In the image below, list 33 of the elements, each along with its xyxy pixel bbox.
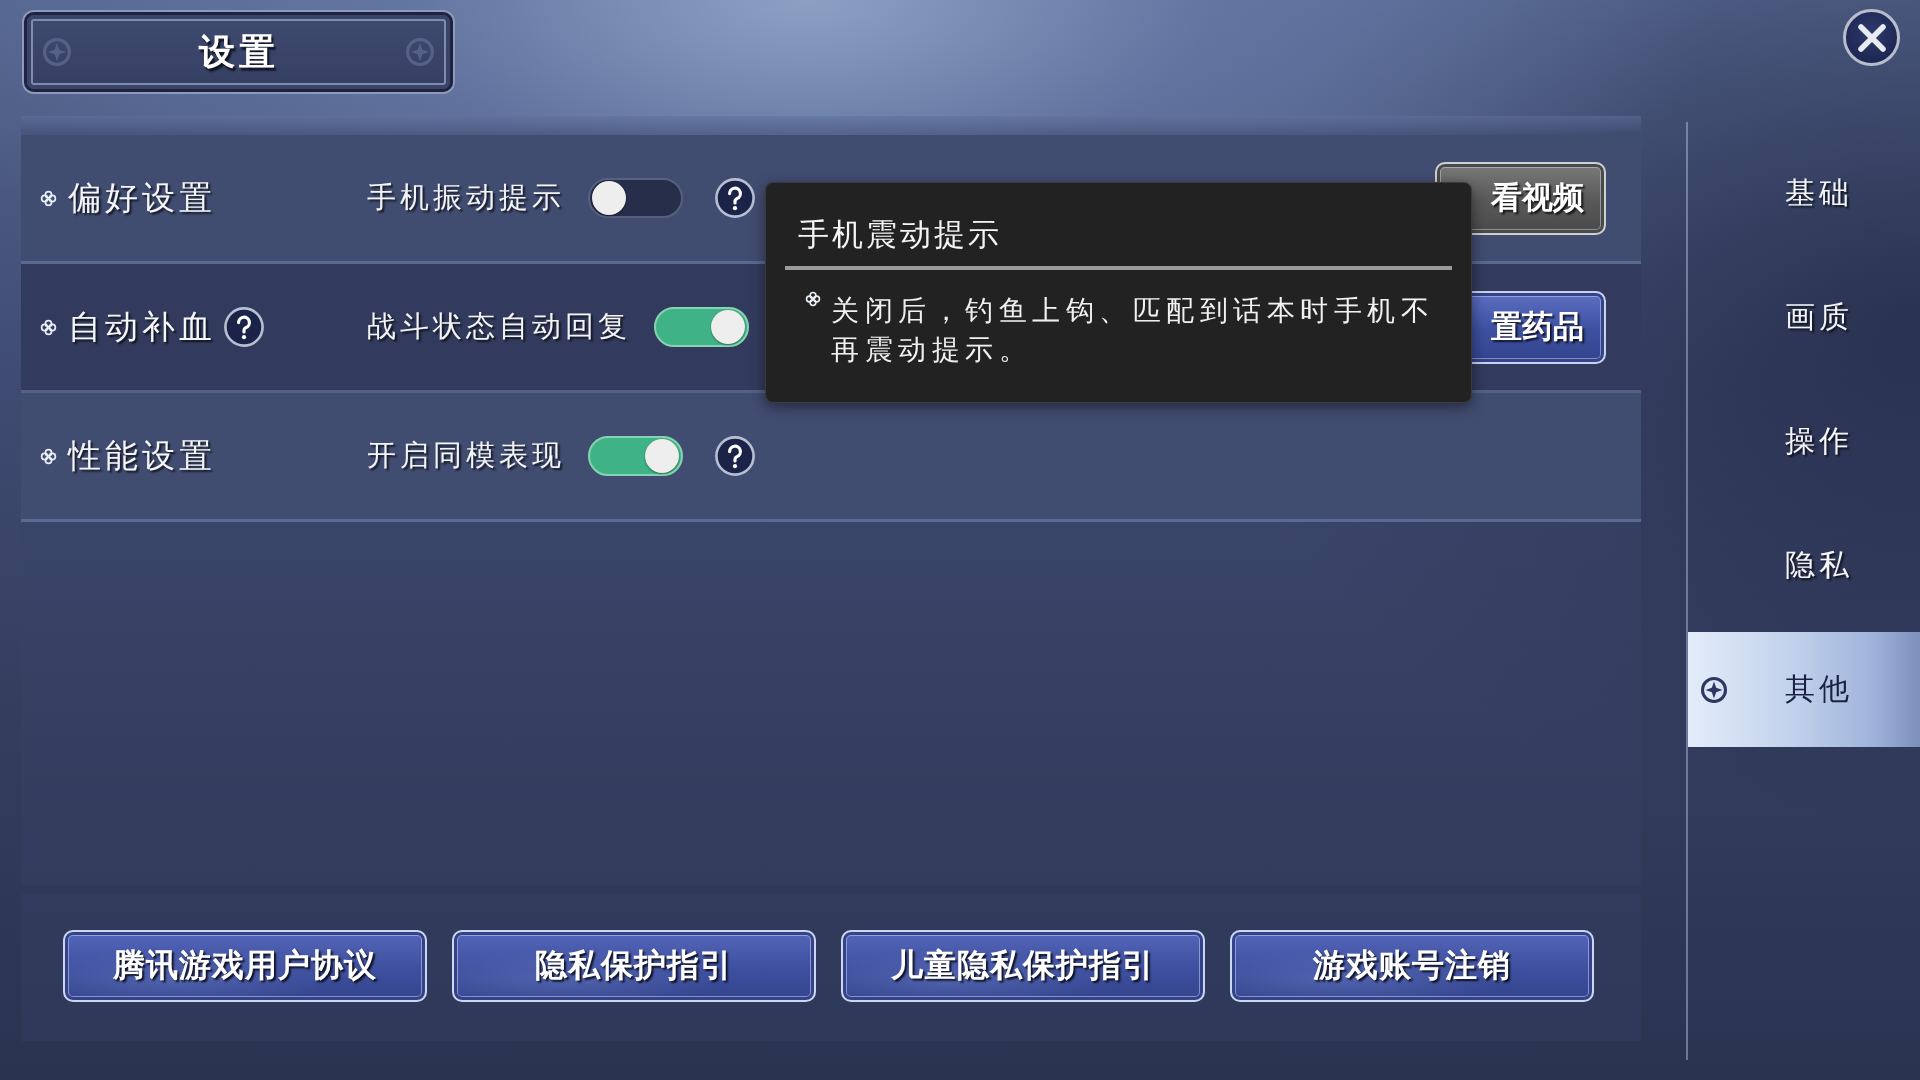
sidebar-tab[interactable]: 隐私	[1688, 508, 1920, 623]
option-label: 开启同模表现	[367, 437, 565, 474]
toggle-switch[interactable]	[588, 178, 683, 218]
help-icon[interactable]	[715, 436, 755, 476]
category-label: 自动补血	[68, 305, 216, 348]
sidebar-tab[interactable]: 操作	[1688, 384, 1920, 499]
close-icon	[1856, 22, 1887, 53]
category-label: 偏好设置	[68, 176, 216, 219]
toggle-switch[interactable]	[654, 307, 749, 347]
sidebar-tab[interactable]: 基础	[1688, 136, 1920, 251]
sidebar-tab[interactable]: 画质	[1688, 260, 1920, 375]
sidebar-tab[interactable]: 其他	[1688, 632, 1920, 747]
option-label: 手机振动提示	[367, 179, 565, 216]
help-icon[interactable]	[715, 178, 755, 218]
footer-button[interactable]: 儿童隐私保护指引	[841, 930, 1205, 1002]
footer-button[interactable]: 隐私保护指引	[452, 930, 816, 1002]
quatrefoil-icon	[805, 291, 821, 307]
emblem-icon	[43, 38, 71, 66]
quatrefoil-icon	[40, 318, 57, 336]
category-label: 性能设置	[68, 434, 216, 477]
close-button[interactable]	[1843, 9, 1900, 66]
tooltip-title: 手机震动提示	[798, 215, 1003, 254]
footer-button[interactable]: 游戏账号注销	[1230, 930, 1594, 1002]
tooltip-text: 关闭后，钓鱼上钩、匹配到话本时手机不再震动提示。	[831, 293, 1435, 368]
quatrefoil-icon	[40, 447, 57, 465]
emblem-icon	[406, 38, 434, 66]
quatrefoil-icon	[40, 189, 57, 207]
star-emblem-icon	[1701, 676, 1727, 703]
toggle-switch[interactable]	[588, 436, 683, 476]
option-label: 战斗状态自动回复	[367, 308, 631, 345]
help-icon[interactable]	[224, 307, 264, 347]
footer-button[interactable]: 腾讯游戏用户协议	[63, 930, 427, 1002]
window-title: 设置	[198, 28, 279, 74]
